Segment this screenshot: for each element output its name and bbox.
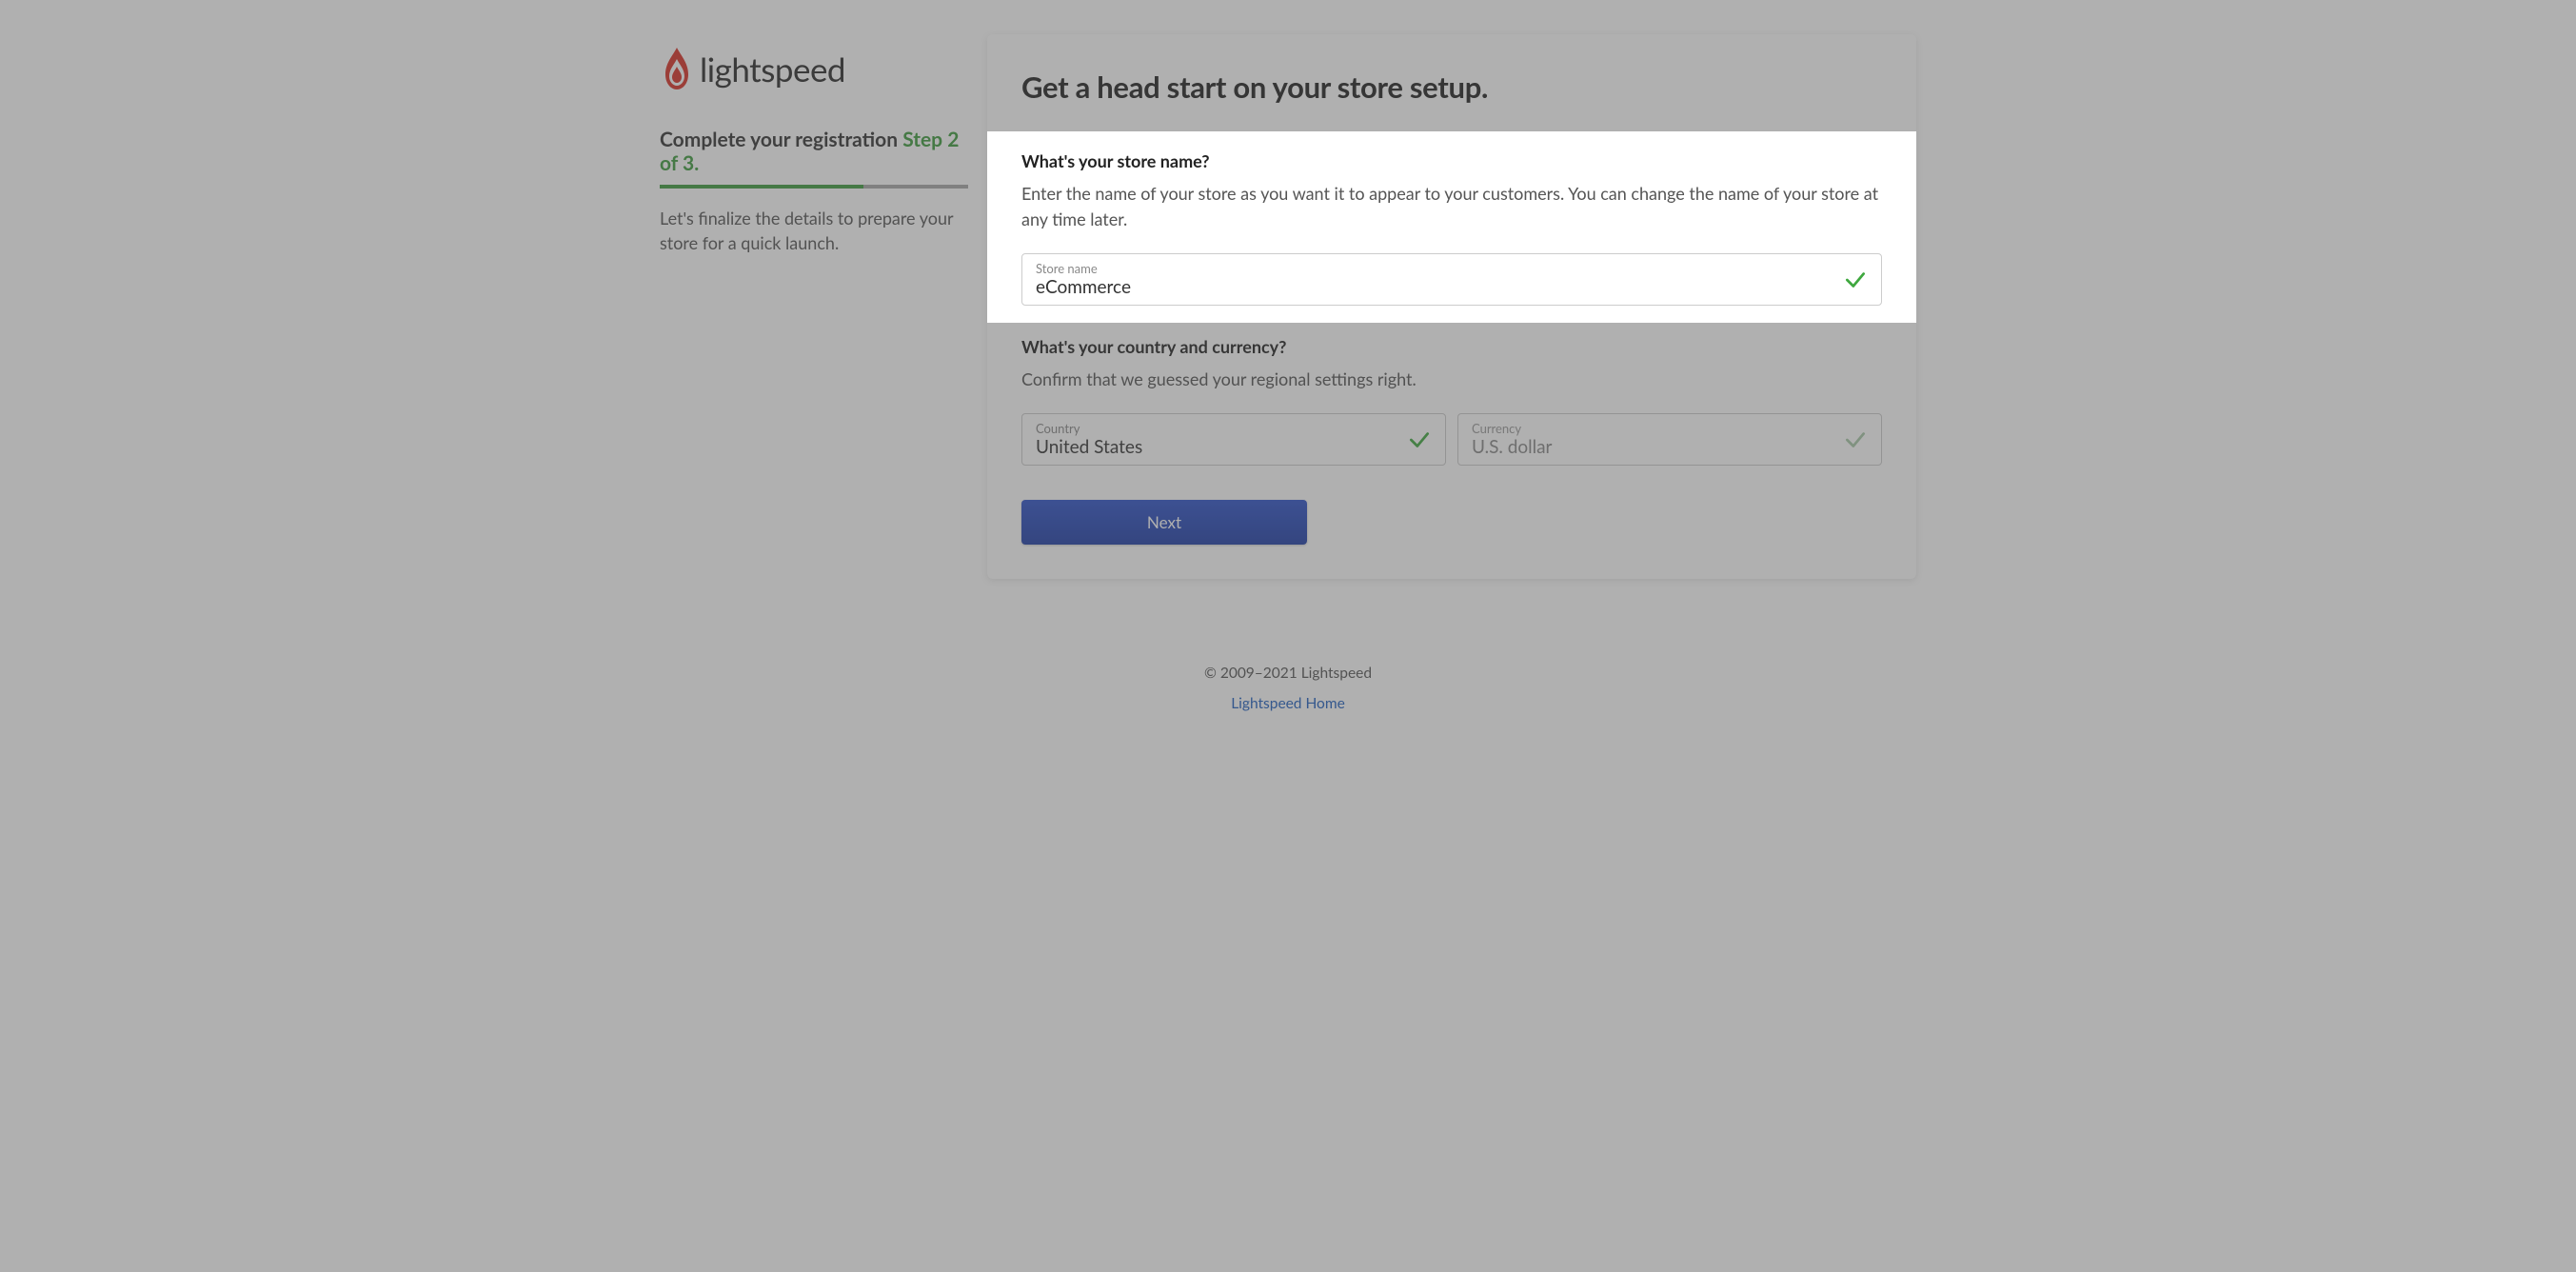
lightspeed-flame-icon	[660, 46, 694, 93]
checkmark-icon	[1407, 427, 1432, 452]
card-title: Get a head start on your store setup.	[1021, 69, 1882, 105]
footer-copyright: © 2009–2021 Lightspeed	[0, 665, 2576, 682]
footer-home-link[interactable]: Lightspeed Home	[1231, 695, 1345, 712]
next-button[interactable]: Next	[1021, 500, 1307, 545]
sidebar-description: Let's finalize the details to prepare yo…	[660, 206, 968, 255]
store-name-input[interactable]	[1036, 276, 1833, 298]
footer: © 2009–2021 Lightspeed Lightspeed Home	[0, 636, 2576, 750]
registration-heading-prefix: Complete your registration	[660, 128, 898, 151]
brand-logo: lightspeed	[660, 46, 968, 93]
checkmark-icon	[1843, 268, 1868, 292]
country-input[interactable]	[1036, 436, 1397, 458]
currency-input[interactable]	[1472, 436, 1833, 458]
region-description: Confirm that we guessed your regional se…	[1021, 367, 1882, 392]
currency-field-label: Currency	[1472, 421, 1833, 436]
region-heading: What's your country and currency?	[1021, 336, 1882, 357]
setup-card: Get a head start on your store setup. Wh…	[987, 34, 1916, 579]
store-name-heading: What's your store name?	[1021, 150, 1882, 171]
currency-field[interactable]: Currency	[1457, 413, 1882, 466]
sidebar: lightspeed Complete your registration St…	[660, 34, 968, 579]
checkmark-icon	[1843, 427, 1868, 452]
brand-name: lightspeed	[700, 50, 845, 89]
progress-bar	[660, 185, 968, 189]
country-field[interactable]: Country	[1021, 413, 1446, 466]
store-name-section: What's your store name? Enter the name o…	[987, 131, 1916, 323]
progress-bar-fill	[660, 185, 863, 189]
country-field-label: Country	[1036, 421, 1397, 436]
store-name-description: Enter the name of your store as you want…	[1021, 181, 1882, 232]
registration-heading: Complete your registration Step 2 of 3.	[660, 128, 968, 175]
store-name-field[interactable]: Store name	[1021, 253, 1882, 306]
store-name-field-label: Store name	[1036, 261, 1833, 276]
